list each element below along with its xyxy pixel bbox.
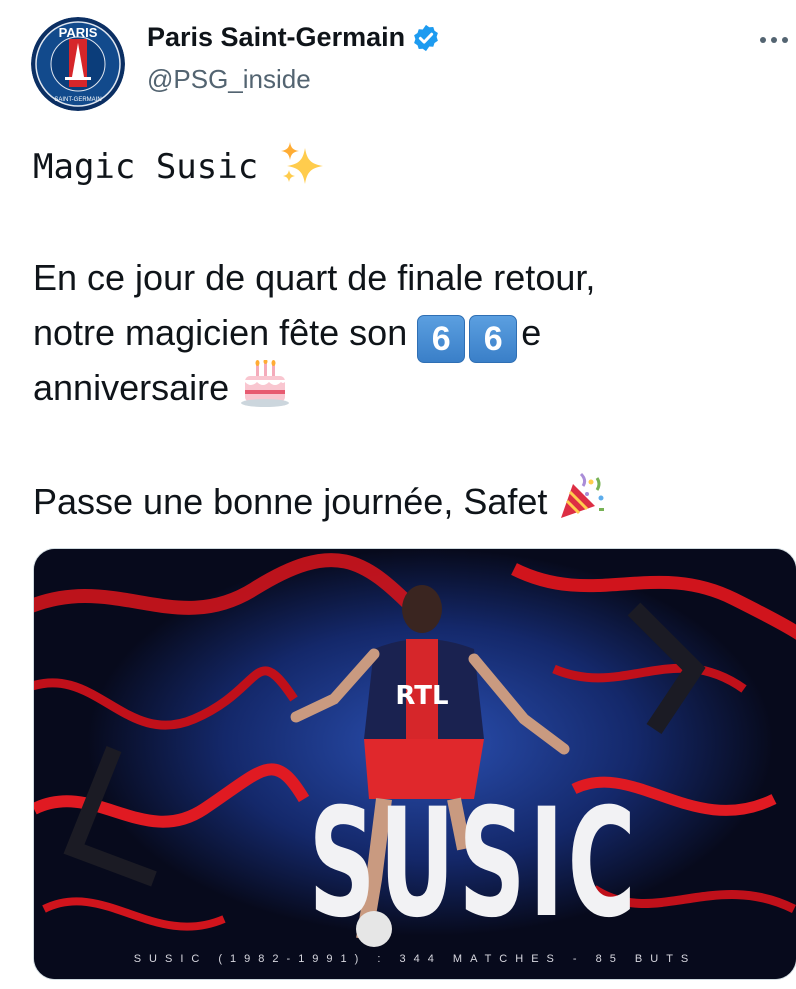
- avatar[interactable]: PARIS SAINT-GERMAIN: [31, 17, 125, 111]
- avatar-text-top: PARIS: [59, 25, 98, 40]
- tweet-line-1-text: Magic Susic: [33, 147, 259, 187]
- sparkles-icon: [280, 142, 323, 184]
- psg-logo-icon: PARIS SAINT-GERMAIN: [31, 17, 125, 111]
- media-big-title: SUSIC: [308, 777, 640, 951]
- tweet-line-5: Passe une bonne journée, Safet: [33, 470, 773, 525]
- keycap-digit-b: 6: [469, 315, 518, 363]
- tweet-media-image[interactable]: RTL SUSIC SUSIC (1982-1991) : 344 MATCHE…: [33, 548, 796, 980]
- shirt-sponsor-text: RTL: [395, 681, 448, 711]
- tweet-line-2: En ce jour de quart de finale retour,: [33, 257, 596, 298]
- party-popper-icon: [561, 472, 605, 518]
- tweet-line-1: Magic Susic: [33, 140, 773, 195]
- verified-badge-icon: [414, 24, 438, 51]
- media-caption: SUSIC (1982-1991) : 344 MATCHES - 85 BUT…: [133, 953, 697, 965]
- author-display-name[interactable]: Paris Saint-Germain: [147, 22, 441, 53]
- tweet-line-3: notre magicien fête son 66e: [33, 305, 773, 363]
- display-name-text: Paris Saint-Germain: [147, 22, 406, 52]
- tweet-header: PARIS SAINT-GERMAIN Paris Saint-Germain …: [0, 0, 796, 120]
- keycap-digit-a: 6: [417, 315, 466, 363]
- avatar-text-bottom: SAINT-GERMAIN: [54, 97, 101, 103]
- tweet-line-4: anniversaire: [33, 360, 773, 415]
- tweet-line-4-text: anniversaire: [33, 367, 230, 408]
- tweet-text: Magic Susic En ce jour de quart de final…: [33, 140, 773, 525]
- author-handle[interactable]: @PSG_inside: [147, 64, 311, 95]
- more-dots-icon: [760, 37, 788, 43]
- tweet-line-3-suffix: e: [521, 312, 542, 353]
- tweet-line-5-text: Passe une bonne journée, Safet: [33, 481, 548, 522]
- tweet-line-3-prefix: notre magicien fête son: [33, 312, 408, 353]
- birthday-cake-icon: [241, 360, 290, 407]
- more-options-button[interactable]: [758, 24, 790, 56]
